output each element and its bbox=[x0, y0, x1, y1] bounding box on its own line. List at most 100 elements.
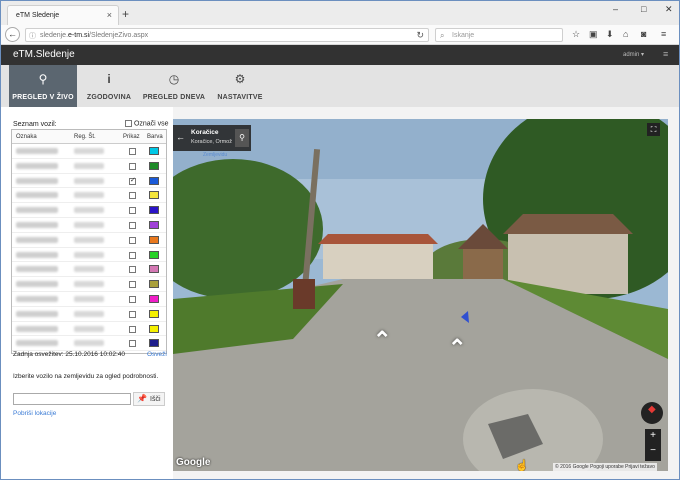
search-icon: ⌕ bbox=[440, 31, 445, 40]
location-input[interactable] bbox=[13, 393, 131, 405]
hint-text: Izberite vozilo na zemljevidu za ogled p… bbox=[13, 373, 159, 380]
show-checkbox[interactable] bbox=[129, 207, 136, 215]
tab-close-icon[interactable]: × bbox=[107, 10, 112, 20]
zoom-out-button[interactable]: − bbox=[645, 445, 661, 456]
search-input[interactable]: ⌕ Iskanje bbox=[435, 28, 563, 42]
menu-item-pregled-dneva[interactable]: ◷ PREGLED DNEVA bbox=[141, 65, 207, 107]
download-icon[interactable]: ⬇ bbox=[606, 29, 614, 40]
show-checkbox[interactable] bbox=[129, 236, 136, 244]
show-checkbox[interactable] bbox=[129, 310, 136, 318]
color-swatch[interactable] bbox=[149, 147, 159, 155]
maximize-button[interactable]: □ bbox=[641, 4, 646, 14]
map-link[interactable]: Zemljevidu bbox=[203, 152, 227, 158]
show-checkbox[interactable] bbox=[129, 281, 136, 289]
map-attribution[interactable]: © 2016 Google Pogoji uporabe Prijavi tež… bbox=[553, 463, 657, 471]
pan-right-arrow[interactable]: ⌃ bbox=[448, 335, 466, 361]
table-row[interactable] bbox=[12, 203, 166, 218]
compass-button[interactable]: ◆ bbox=[641, 402, 663, 424]
user-menu[interactable]: admin ▾ bbox=[623, 51, 644, 58]
menu-icon[interactable]: ≡ bbox=[661, 29, 666, 39]
zoom-in-button[interactable]: + bbox=[645, 430, 661, 441]
table-row[interactable] bbox=[12, 188, 166, 204]
close-window-button[interactable]: ✕ bbox=[665, 4, 673, 15]
show-checkbox[interactable] bbox=[129, 162, 136, 170]
table-row[interactable] bbox=[12, 307, 166, 322]
location-search-button[interactable]: 📌 Išči bbox=[133, 392, 165, 406]
color-swatch[interactable] bbox=[149, 295, 159, 303]
info-icon[interactable]: ⓘ bbox=[29, 31, 36, 41]
vehicle-reg-redacted bbox=[74, 266, 104, 273]
select-all-checkbox[interactable] bbox=[125, 120, 132, 127]
reload-icon[interactable]: ↻ bbox=[416, 30, 424, 41]
minimize-button[interactable]: – bbox=[613, 4, 618, 14]
show-checkbox[interactable] bbox=[129, 266, 136, 274]
back-button[interactable]: ← bbox=[5, 27, 20, 42]
vehicle-reg-redacted bbox=[74, 296, 104, 302]
google-logo: Google bbox=[176, 457, 211, 468]
street-view-map[interactable]: ⌃ ⌃ ← Koračice Koračice, Ormož ⚲ Zemljev… bbox=[173, 119, 668, 471]
title-bar: eTM Sledenje × + – □ ✕ bbox=[1, 1, 679, 25]
pocket-icon[interactable]: ◙ bbox=[641, 29, 646, 39]
color-swatch[interactable] bbox=[149, 280, 159, 289]
menu-item-pregled-v-zivo[interactable]: ⚲ PREGLED V ŽIVO bbox=[9, 65, 77, 107]
table-row[interactable] bbox=[12, 144, 166, 159]
color-swatch[interactable] bbox=[149, 191, 159, 200]
color-swatch[interactable] bbox=[149, 176, 159, 185]
show-checkbox[interactable] bbox=[129, 148, 136, 155]
color-swatch[interactable] bbox=[149, 250, 159, 259]
show-checkbox[interactable] bbox=[129, 251, 136, 259]
clipboard-icon[interactable]: ▣ bbox=[589, 29, 598, 40]
url-bar[interactable]: ⓘ sledenje.e-tm.si/SledenjeZivo.aspx ↻ bbox=[25, 28, 429, 42]
table-row[interactable] bbox=[12, 218, 166, 233]
color-swatch[interactable] bbox=[149, 161, 159, 170]
vehicle-reg-redacted bbox=[74, 192, 104, 199]
table-row[interactable] bbox=[12, 262, 166, 278]
table-row[interactable] bbox=[12, 277, 166, 292]
hamburger-icon[interactable]: ≡ bbox=[663, 49, 668, 59]
color-swatch[interactable] bbox=[149, 324, 159, 333]
vehicle-name-redacted bbox=[16, 236, 58, 243]
color-swatch[interactable] bbox=[149, 339, 159, 348]
table-row[interactable] bbox=[12, 248, 166, 263]
fullscreen-icon[interactable]: ⛶ bbox=[647, 123, 660, 136]
vehicle-table: Oznaka Reg. Št. Prikaz Barva bbox=[11, 129, 167, 354]
table-row[interactable] bbox=[12, 336, 166, 352]
color-swatch[interactable] bbox=[149, 265, 159, 274]
table-row[interactable] bbox=[12, 159, 166, 174]
pan-left-arrow[interactable]: ⌃ bbox=[373, 327, 391, 353]
show-checkbox[interactable] bbox=[129, 176, 136, 185]
col-barva: Barva bbox=[147, 134, 163, 140]
show-checkbox[interactable] bbox=[129, 325, 136, 333]
refresh-link[interactable]: Osveži bbox=[147, 351, 167, 358]
table-row[interactable] bbox=[12, 322, 166, 337]
bookmark-star-icon[interactable]: ☆ bbox=[572, 29, 580, 40]
table-row[interactable] bbox=[12, 233, 166, 248]
show-checkbox[interactable] bbox=[129, 340, 136, 348]
new-tab-button[interactable]: + bbox=[122, 7, 129, 21]
vehicle-reg-redacted bbox=[74, 251, 104, 258]
color-swatch[interactable] bbox=[149, 235, 159, 244]
pin-icon: 📌 bbox=[137, 394, 147, 403]
show-checkbox[interactable] bbox=[129, 192, 136, 200]
clear-locations-link[interactable]: Pobriši lokacije bbox=[13, 410, 56, 417]
color-swatch[interactable] bbox=[149, 309, 159, 318]
menu-item-nastavitve[interactable]: ⚙ NASTAVITVE bbox=[213, 65, 267, 107]
color-swatch[interactable] bbox=[149, 206, 159, 215]
col-reg: Reg. Št. bbox=[74, 134, 96, 140]
vehicle-name-redacted bbox=[16, 296, 58, 302]
place-card[interactable]: ← Koračice Koračice, Ormož ⚲ bbox=[173, 125, 251, 151]
back-arrow-icon[interactable]: ← bbox=[176, 132, 185, 142]
browser-tab[interactable]: eTM Sledenje × bbox=[7, 5, 119, 25]
select-all[interactable]: Označi vse bbox=[125, 120, 169, 127]
browser-window: eTM Sledenje × + – □ ✕ ← ⓘ sledenje.e-tm… bbox=[0, 0, 680, 480]
home-icon[interactable]: ⌂ bbox=[623, 29, 628, 39]
color-swatch[interactable] bbox=[149, 221, 159, 229]
show-checkbox[interactable] bbox=[129, 296, 136, 303]
vehicle-name-redacted bbox=[16, 266, 58, 273]
table-row[interactable] bbox=[12, 174, 166, 189]
location-pin-icon[interactable]: ⚲ bbox=[235, 129, 249, 147]
menu-item-zgodovina[interactable]: i ZGODOVINA bbox=[81, 65, 137, 107]
show-checkbox[interactable] bbox=[129, 222, 136, 229]
table-row[interactable] bbox=[12, 292, 166, 307]
brand-title[interactable]: eTM.Sledenje bbox=[13, 49, 75, 60]
